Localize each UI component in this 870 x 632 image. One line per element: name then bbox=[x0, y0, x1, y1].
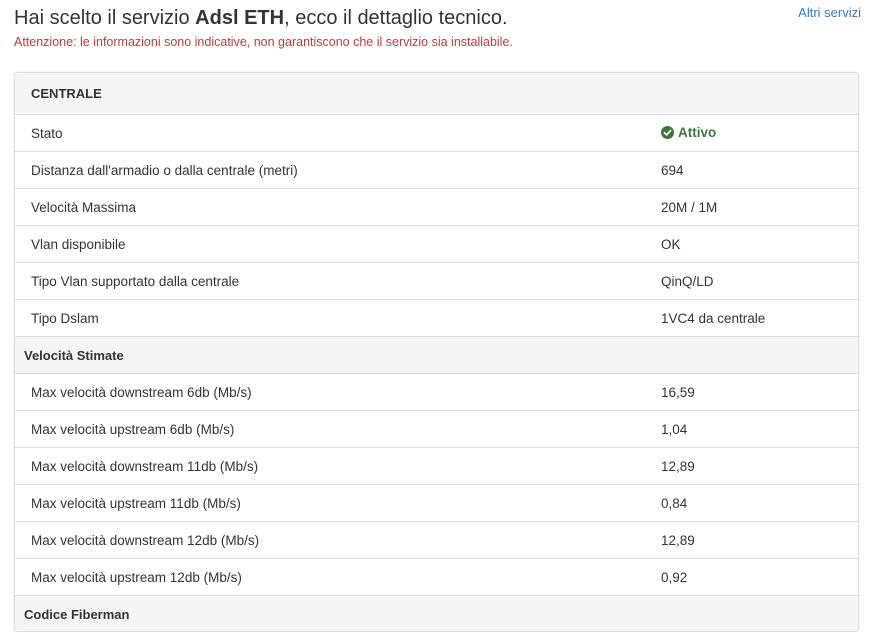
other-services-link[interactable]: Altri servizi bbox=[798, 6, 861, 20]
technical-details-panel: CENTRALE Stato Attivo Distanza dall'arma… bbox=[14, 72, 859, 632]
table-row: Max velocità upstream 12db (Mb/s) 0,92 bbox=[15, 559, 858, 596]
row-value: 0,92 bbox=[661, 559, 858, 596]
row-label: Max velocità upstream 6db (Mb/s) bbox=[15, 411, 661, 448]
table-row: Velocità Massima 20M / 1M bbox=[15, 189, 858, 226]
section-header-fiberman: Codice Fiberman bbox=[15, 596, 858, 632]
row-value: 694 bbox=[661, 152, 858, 189]
row-label: Stato bbox=[15, 115, 661, 152]
row-label: Distanza dall'armadio o dalla centrale (… bbox=[15, 152, 661, 189]
row-label: Max velocità downstream 6db (Mb/s) bbox=[15, 374, 661, 411]
section-header-speed: Velocità Stimate bbox=[15, 337, 858, 374]
table-row: Distanza dall'armadio o dalla centrale (… bbox=[15, 152, 858, 189]
service-name: Adsl ETH bbox=[195, 7, 284, 29]
page-title: Hai scelto il servizio Adsl ETH, ecco il… bbox=[14, 6, 508, 30]
details-table: Stato Attivo Distanza dall'armadio o dal… bbox=[15, 115, 858, 632]
status-badge: Attivo bbox=[661, 125, 716, 140]
table-row: Stato Attivo bbox=[15, 115, 858, 152]
row-label: Max velocità downstream 11db (Mb/s) bbox=[15, 448, 661, 485]
row-label: Velocità Massima bbox=[15, 189, 661, 226]
table-row: Max velocità downstream 11db (Mb/s) 12,8… bbox=[15, 448, 858, 485]
row-value: Attivo bbox=[661, 115, 858, 152]
table-row: Tipo Vlan supportato dalla centrale QinQ… bbox=[15, 263, 858, 300]
row-value: 1,04 bbox=[661, 411, 858, 448]
table-row: Max velocità upstream 6db (Mb/s) 1,04 bbox=[15, 411, 858, 448]
row-label: Tipo Vlan supportato dalla centrale bbox=[15, 263, 661, 300]
row-label: Max velocità upstream 11db (Mb/s) bbox=[15, 485, 661, 522]
row-value: 12,89 bbox=[661, 448, 858, 485]
title-suffix: , ecco il dettaglio tecnico. bbox=[284, 7, 507, 29]
table-row: Vlan disponibile OK bbox=[15, 226, 858, 263]
table-row: Max velocità upstream 11db (Mb/s) 0,84 bbox=[15, 485, 858, 522]
row-value: 20M / 1M bbox=[661, 189, 858, 226]
row-label: Vlan disponibile bbox=[15, 226, 661, 263]
table-row: Max velocità downstream 12db (Mb/s) 12,8… bbox=[15, 522, 858, 559]
row-label: Max velocità downstream 12db (Mb/s) bbox=[15, 522, 661, 559]
row-value: 16,59 bbox=[661, 374, 858, 411]
section-title: Codice Fiberman bbox=[15, 596, 858, 632]
row-value: 1VC4 da centrale bbox=[661, 300, 858, 337]
disclaimer-warning: Attenzione: le informazioni sono indicat… bbox=[14, 34, 513, 50]
row-value: 12,89 bbox=[661, 522, 858, 559]
row-value: QinQ/LD bbox=[661, 263, 858, 300]
section-title: Velocità Stimate bbox=[15, 337, 858, 374]
row-label: Tipo Dslam bbox=[15, 300, 661, 337]
check-circle-icon bbox=[661, 126, 674, 139]
status-text: Attivo bbox=[678, 125, 716, 140]
table-row: Tipo Dslam 1VC4 da centrale bbox=[15, 300, 858, 337]
panel-heading: CENTRALE bbox=[15, 73, 858, 115]
table-row: Max velocità downstream 6db (Mb/s) 16,59 bbox=[15, 374, 858, 411]
row-value: 0,84 bbox=[661, 485, 858, 522]
title-prefix: Hai scelto il servizio bbox=[14, 7, 195, 29]
row-value: OK bbox=[661, 226, 858, 263]
row-label: Max velocità upstream 12db (Mb/s) bbox=[15, 559, 661, 596]
